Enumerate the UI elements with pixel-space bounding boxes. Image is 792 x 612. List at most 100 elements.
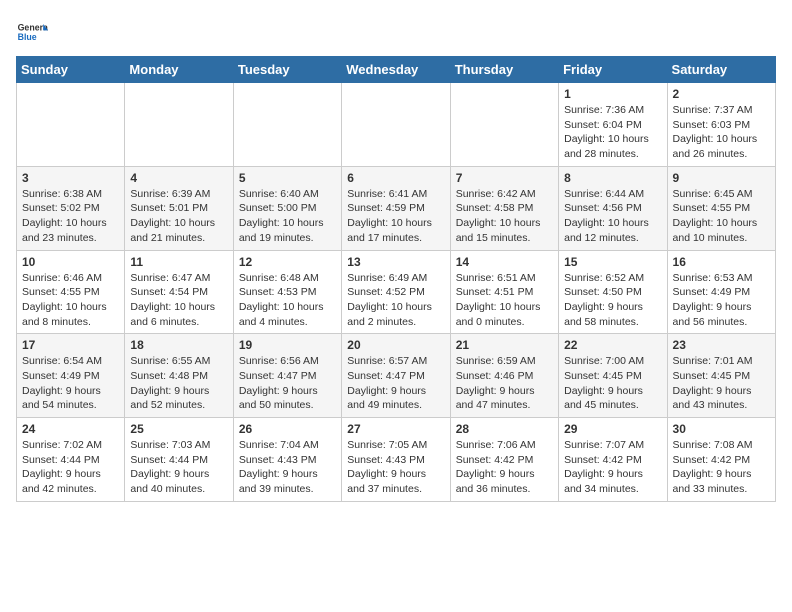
day-info: Sunrise: 7:06 AM Sunset: 4:42 PM Dayligh… (456, 438, 553, 497)
day-info: Sunrise: 6:55 AM Sunset: 4:48 PM Dayligh… (130, 354, 227, 413)
day-number: 13 (347, 255, 444, 269)
calendar-cell: 16 Sunrise: 6:53 AM Sunset: 4:49 PM Dayli… (667, 250, 775, 334)
day-number: 12 (239, 255, 336, 269)
calendar-cell: 21 Sunrise: 6:59 AM Sunset: 4:46 PM Dayli… (450, 334, 558, 418)
calendar-cell: 15Sunrise: 6:52 AM Sunset: 4:50 PM Dayli… (559, 250, 667, 334)
day-number: 24 (22, 422, 119, 436)
day-info: Sunrise: 6:59 AM Sunset: 4:46 PM Dayligh… (456, 354, 553, 413)
day-number: 7 (456, 171, 553, 185)
calendar-cell: 4 Sunrise: 6:39 AM Sunset: 5:01 PM Daylig… (125, 166, 233, 250)
day-number: 27 (347, 422, 444, 436)
day-info: Sunrise: 6:47 AM Sunset: 4:54 PM Dayligh… (130, 271, 227, 330)
day-info: Sunrise: 6:40 AM Sunset: 5:00 PM Dayligh… (239, 187, 336, 246)
calendar-cell: 18 Sunrise: 6:55 AM Sunset: 4:48 PM Dayli… (125, 334, 233, 418)
calendar-cell: 3 Sunrise: 6:38 AM Sunset: 5:02 PM Daylig… (17, 166, 125, 250)
calendar-cell (233, 83, 341, 167)
calendar-cell: 7Sunrise: 6:42 AM Sunset: 4:58 PM Daylig… (450, 166, 558, 250)
calendar-header-row: SundayMondayTuesdayWednesdayThursdayFrid… (17, 57, 776, 83)
calendar-cell: 29Sunrise: 7:07 AM Sunset: 4:42 PM Dayli… (559, 418, 667, 502)
calendar-cell: 8 Sunrise: 6:44 AM Sunset: 4:56 PM Daylig… (559, 166, 667, 250)
day-info: Sunrise: 7:00 AM Sunset: 4:45 PM Dayligh… (564, 354, 661, 413)
day-info: Sunrise: 6:48 AM Sunset: 4:53 PM Dayligh… (239, 271, 336, 330)
day-number: 30 (673, 422, 770, 436)
calendar-cell: 24 Sunrise: 7:02 AM Sunset: 4:44 PM Dayli… (17, 418, 125, 502)
logo-icon: General Blue (16, 16, 48, 48)
day-number: 6 (347, 171, 444, 185)
svg-text:Blue: Blue (18, 32, 37, 42)
day-number: 28 (456, 422, 553, 436)
calendar-cell: 14 Sunrise: 6:51 AM Sunset: 4:51 PM Dayli… (450, 250, 558, 334)
calendar-cell: 11 Sunrise: 6:47 AM Sunset: 4:54 PM Dayli… (125, 250, 233, 334)
day-number: 15 (564, 255, 661, 269)
day-number: 26 (239, 422, 336, 436)
calendar-cell: 6 Sunrise: 6:41 AM Sunset: 4:59 PM Daylig… (342, 166, 450, 250)
col-header-monday: Monday (125, 57, 233, 83)
calendar-cell: 17 Sunrise: 6:54 AM Sunset: 4:49 PM Dayli… (17, 334, 125, 418)
calendar-cell: 2Sunrise: 7:37 AM Sunset: 6:03 PM Daylig… (667, 83, 775, 167)
logo: General Blue (16, 16, 48, 48)
day-info: Sunrise: 6:38 AM Sunset: 5:02 PM Dayligh… (22, 187, 119, 246)
calendar-week-4: 17 Sunrise: 6:54 AM Sunset: 4:49 PM Dayli… (17, 334, 776, 418)
day-info: Sunrise: 6:46 AM Sunset: 4:55 PM Dayligh… (22, 271, 119, 330)
calendar-cell: 19 Sunrise: 6:56 AM Sunset: 4:47 PM Dayli… (233, 334, 341, 418)
day-number: 18 (130, 338, 227, 352)
calendar-cell: 9Sunrise: 6:45 AM Sunset: 4:55 PM Daylig… (667, 166, 775, 250)
calendar-cell (17, 83, 125, 167)
day-info: Sunrise: 7:08 AM Sunset: 4:42 PM Dayligh… (673, 438, 770, 497)
day-number: 29 (564, 422, 661, 436)
day-number: 17 (22, 338, 119, 352)
day-number: 20 (347, 338, 444, 352)
day-info: Sunrise: 6:51 AM Sunset: 4:51 PM Dayligh… (456, 271, 553, 330)
day-info: Sunrise: 7:02 AM Sunset: 4:44 PM Dayligh… (22, 438, 119, 497)
col-header-friday: Friday (559, 57, 667, 83)
day-info: Sunrise: 7:03 AM Sunset: 4:44 PM Dayligh… (130, 438, 227, 497)
day-number: 11 (130, 255, 227, 269)
col-header-saturday: Saturday (667, 57, 775, 83)
page-header: General Blue (16, 16, 776, 48)
day-number: 1 (564, 87, 661, 101)
calendar-cell: 28 Sunrise: 7:06 AM Sunset: 4:42 PM Dayli… (450, 418, 558, 502)
calendar-week-2: 3 Sunrise: 6:38 AM Sunset: 5:02 PM Daylig… (17, 166, 776, 250)
calendar-week-1: 1 Sunrise: 7:36 AM Sunset: 6:04 PM Daylig… (17, 83, 776, 167)
day-info: Sunrise: 6:53 AM Sunset: 4:49 PM Dayligh… (673, 271, 770, 330)
day-number: 19 (239, 338, 336, 352)
day-number: 25 (130, 422, 227, 436)
day-number: 3 (22, 171, 119, 185)
calendar-cell: 10Sunrise: 6:46 AM Sunset: 4:55 PM Dayli… (17, 250, 125, 334)
calendar-week-5: 24 Sunrise: 7:02 AM Sunset: 4:44 PM Dayli… (17, 418, 776, 502)
col-header-tuesday: Tuesday (233, 57, 341, 83)
day-info: Sunrise: 6:44 AM Sunset: 4:56 PM Dayligh… (564, 187, 661, 246)
calendar-cell (342, 83, 450, 167)
calendar-table: SundayMondayTuesdayWednesdayThursdayFrid… (16, 56, 776, 502)
calendar-cell: 13Sunrise: 6:49 AM Sunset: 4:52 PM Dayli… (342, 250, 450, 334)
day-info: Sunrise: 6:45 AM Sunset: 4:55 PM Dayligh… (673, 187, 770, 246)
calendar-cell: 5 Sunrise: 6:40 AM Sunset: 5:00 PM Daylig… (233, 166, 341, 250)
col-header-sunday: Sunday (17, 57, 125, 83)
day-number: 8 (564, 171, 661, 185)
day-number: 14 (456, 255, 553, 269)
day-number: 21 (456, 338, 553, 352)
calendar-cell (450, 83, 558, 167)
day-info: Sunrise: 6:54 AM Sunset: 4:49 PM Dayligh… (22, 354, 119, 413)
calendar-cell: 30 Sunrise: 7:08 AM Sunset: 4:42 PM Dayli… (667, 418, 775, 502)
day-info: Sunrise: 7:36 AM Sunset: 6:04 PM Dayligh… (564, 103, 661, 162)
calendar-week-3: 10Sunrise: 6:46 AM Sunset: 4:55 PM Dayli… (17, 250, 776, 334)
day-number: 22 (564, 338, 661, 352)
day-info: Sunrise: 7:04 AM Sunset: 4:43 PM Dayligh… (239, 438, 336, 497)
calendar-cell (125, 83, 233, 167)
calendar-cell: 27 Sunrise: 7:05 AM Sunset: 4:43 PM Dayli… (342, 418, 450, 502)
day-info: Sunrise: 6:57 AM Sunset: 4:47 PM Dayligh… (347, 354, 444, 413)
day-info: Sunrise: 6:41 AM Sunset: 4:59 PM Dayligh… (347, 187, 444, 246)
day-number: 16 (673, 255, 770, 269)
calendar-cell: 20 Sunrise: 6:57 AM Sunset: 4:47 PM Dayli… (342, 334, 450, 418)
calendar-cell: 26 Sunrise: 7:04 AM Sunset: 4:43 PM Dayli… (233, 418, 341, 502)
day-info: Sunrise: 6:39 AM Sunset: 5:01 PM Dayligh… (130, 187, 227, 246)
calendar-cell: 25 Sunrise: 7:03 AM Sunset: 4:44 PM Dayli… (125, 418, 233, 502)
calendar-cell: 22 Sunrise: 7:00 AM Sunset: 4:45 PM Dayli… (559, 334, 667, 418)
day-number: 5 (239, 171, 336, 185)
calendar-cell: 12 Sunrise: 6:48 AM Sunset: 4:53 PM Dayli… (233, 250, 341, 334)
day-number: 4 (130, 171, 227, 185)
day-info: Sunrise: 7:05 AM Sunset: 4:43 PM Dayligh… (347, 438, 444, 497)
day-info: Sunrise: 7:37 AM Sunset: 6:03 PM Dayligh… (673, 103, 770, 162)
day-info: Sunrise: 6:56 AM Sunset: 4:47 PM Dayligh… (239, 354, 336, 413)
